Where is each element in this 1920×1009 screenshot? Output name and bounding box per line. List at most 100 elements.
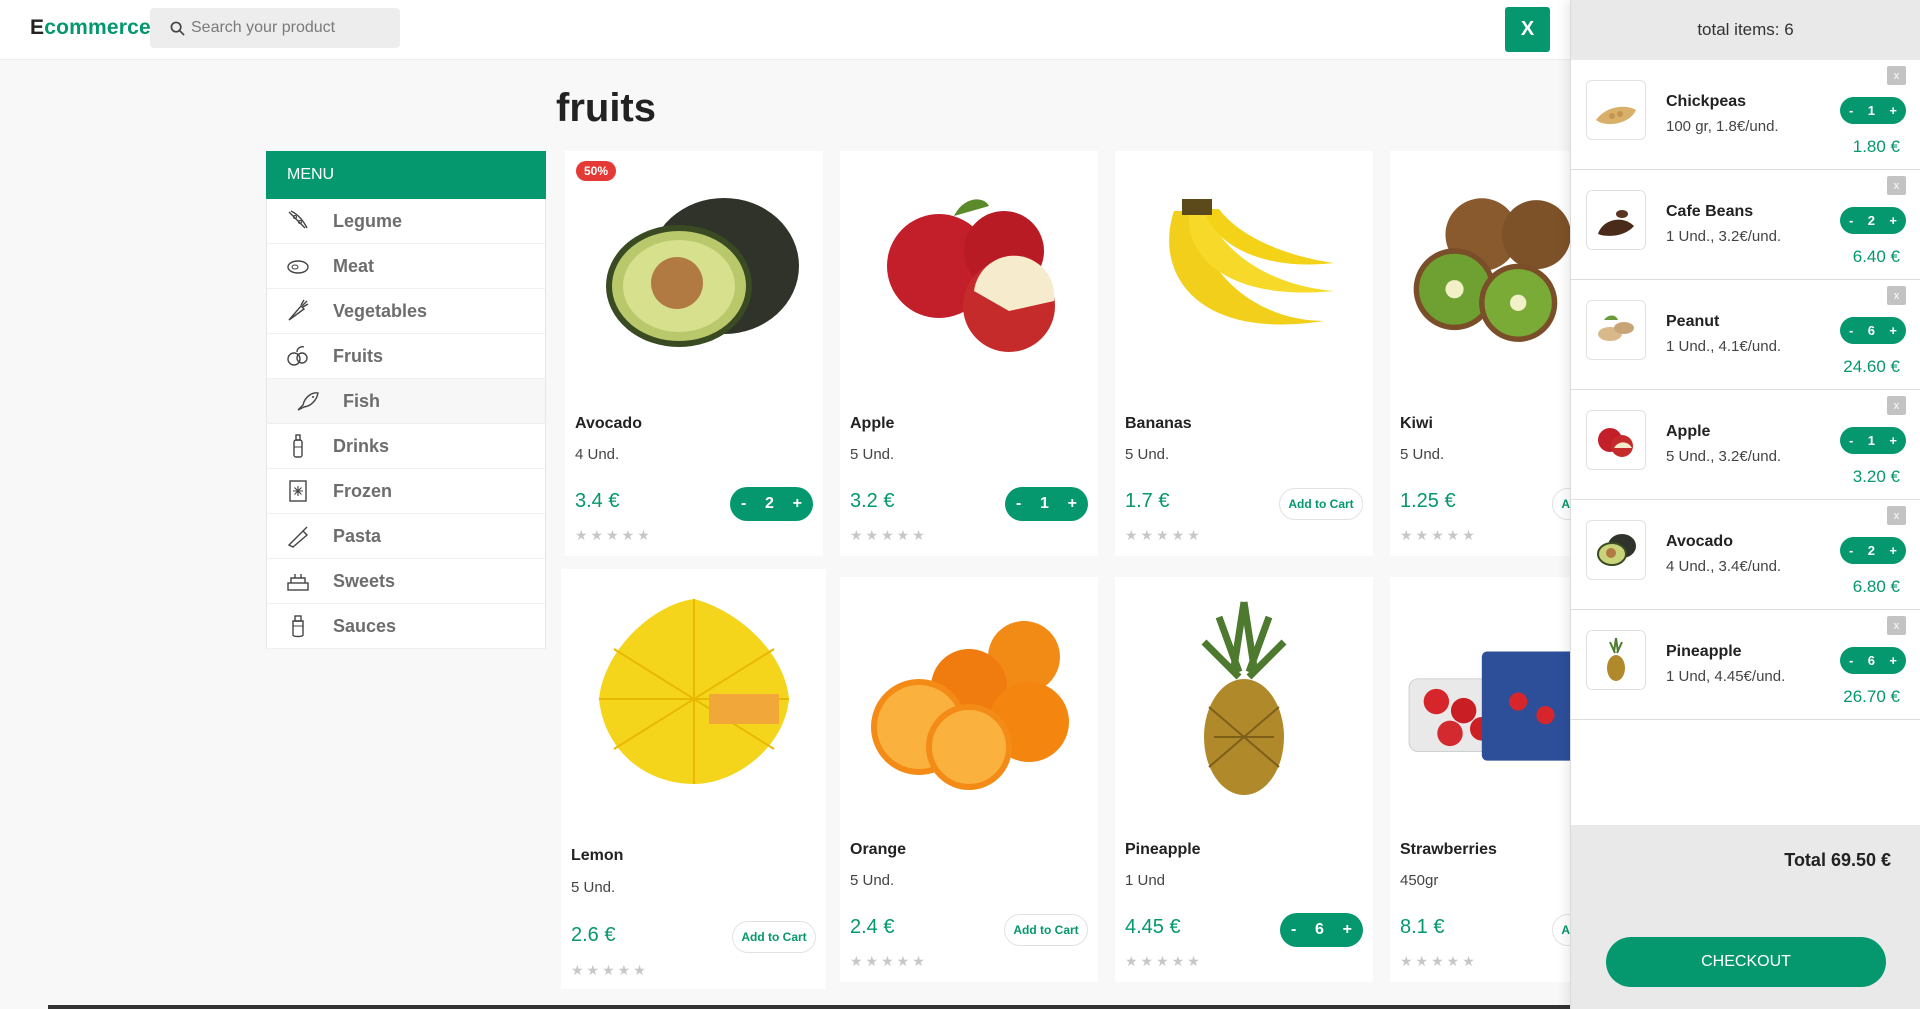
product-unit: 5 Und. [571,879,616,896]
product-image[interactable] [571,579,816,799]
decrease-button[interactable]: - [1849,323,1853,338]
product-image[interactable] [1400,161,1570,381]
cart-quantity-stepper[interactable]: - 2 + [1840,537,1906,564]
category-menu: MENU Legume Meat Vegetables Fruits Fish … [266,151,546,649]
rating-stars[interactable]: ★★★★★ [575,527,653,544]
product-price: 4.45 € [1125,916,1181,938]
product-card-strawberries[interactable]: Strawberries 450gr 8.1 € ★★★★★ Add to Ca… [1390,577,1570,982]
rating-stars[interactable]: ★★★★★ [1125,953,1203,970]
rating-stars[interactable]: ★★★★★ [850,527,928,544]
decrease-button[interactable]: - [1849,103,1853,118]
rating-stars[interactable]: ★★★★★ [1400,953,1478,970]
decrease-button[interactable]: - [1849,213,1853,228]
menu-item-label: Legume [333,210,403,231]
decrease-button[interactable]: - [741,495,746,513]
decrease-button[interactable]: - [1849,543,1853,558]
menu-item-sweets[interactable]: Sweets [266,559,546,604]
product-card-orange[interactable]: Orange 5 Und. 2.4 € ★★★★★ Add to Cart [840,577,1098,982]
cart-quantity-stepper[interactable]: - 1 + [1840,427,1906,454]
increase-button[interactable]: + [1889,323,1897,338]
cart-item-name: Chickpeas [1666,93,1747,110]
quantity-stepper[interactable]: - 1 + [1005,487,1088,521]
add-to-cart-button[interactable]: Add to Cart [1279,488,1363,520]
increase-button[interactable]: + [1889,543,1897,558]
menu-item-vegetables[interactable]: Vegetables [266,289,546,334]
add-to-cart-button[interactable]: Add to Cart [1004,914,1088,946]
product-card-pineapple[interactable]: Pineapple 1 Und 4.45 € ★★★★★ - 6 + [1115,577,1373,982]
product-price: 2.4 € [850,916,895,938]
product-card-kiwi[interactable]: Kiwi 5 Und. 1.25 € ★★★★★ Add to Cart [1390,151,1570,556]
increase-button[interactable]: + [1889,653,1897,668]
logo-rest: commerce [44,16,151,39]
rating-stars[interactable]: ★★★★★ [850,953,928,970]
remove-item-button[interactable]: x [1887,396,1906,415]
menu-item-fruits[interactable]: Fruits [266,334,546,379]
product-image[interactable] [850,587,1088,807]
decrease-button[interactable]: - [1291,921,1296,939]
product-card-bananas[interactable]: Bananas 5 Und. 1.7 € ★★★★★ Add to Cart [1115,151,1373,556]
remove-item-button[interactable]: x [1887,66,1906,85]
logo[interactable]: Ecommerce [30,16,151,40]
menu-item-pasta[interactable]: Pasta [266,514,546,559]
product-card-apple[interactable]: Apple 5 Und. 3.2 € ★★★★★ - 1 + [840,151,1098,556]
search-box[interactable] [150,8,400,48]
increase-button[interactable]: + [1889,433,1897,448]
checkout-button[interactable]: CHECKOUT [1606,937,1886,987]
menu-item-sauces[interactable]: Sauces [266,604,546,649]
cart-quantity-stepper[interactable]: - 6 + [1840,647,1906,674]
menu-item-drinks[interactable]: Drinks [266,424,546,469]
menu-item-fish[interactable]: Fish [266,379,546,424]
fruits-icon [287,346,308,366]
decrease-button[interactable]: - [1849,653,1853,668]
cart-item: x Pineapple 1 Und, 4.45€/und. - 6 + 26.7… [1571,610,1920,720]
add-to-cart-button[interactable]: Add to Cart [1552,914,1570,946]
remove-item-button[interactable]: x [1887,286,1906,305]
product-name: Avocado [575,415,642,432]
increase-button[interactable]: + [1889,103,1897,118]
increase-button[interactable]: + [1068,495,1077,513]
sweets-icon [287,574,309,591]
product-image[interactable] [1400,587,1570,807]
cart-quantity-stepper[interactable]: - 1 + [1840,97,1906,124]
menu-item-frozen[interactable]: Frozen [266,469,546,514]
cart-total: Total 69.50 € [1784,850,1891,870]
remove-item-button[interactable]: x [1887,176,1906,195]
remove-item-button[interactable]: x [1887,616,1906,635]
cart-quantity-stepper[interactable]: - 6 + [1840,317,1906,344]
remove-item-button[interactable]: x [1887,506,1906,525]
product-image[interactable] [1125,587,1363,807]
quantity-stepper[interactable]: - 2 + [730,487,813,521]
product-image[interactable] [575,161,813,381]
menu-item-label: Drinks [333,435,390,456]
menu-item-legume[interactable]: Legume [266,199,546,244]
product-image[interactable] [850,161,1088,381]
increase-button[interactable]: + [793,495,802,513]
product-image[interactable] [1125,161,1363,381]
decrease-button[interactable]: - [1849,433,1853,448]
cart-item-image [1586,410,1646,470]
product-unit: 5 Und. [850,446,895,463]
rating-stars[interactable]: ★★★★★ [1400,527,1478,544]
search-input[interactable] [191,19,391,37]
menu-item-meat[interactable]: Meat [266,244,546,289]
increase-button[interactable]: + [1343,921,1352,939]
cart-quantity-stepper[interactable]: - 2 + [1840,207,1906,234]
quantity-value: 2 [1867,543,1875,558]
rating-stars[interactable]: ★★★★★ [571,962,649,979]
product-card-avocado[interactable]: 50% Avocado 4 Und. 3.4 € ★★★★★ - 2 + [565,151,823,556]
product-card-lemon[interactable]: Lemon 5 Und. 2.6 € ★★★★★ Add to Cart [561,569,826,989]
cart-item-desc: 1 Und., 4.1€/und. [1666,338,1782,355]
add-to-cart-button[interactable]: Add to Cart [732,921,816,953]
decrease-button[interactable]: - [1016,495,1021,513]
product-price: 1.25 € [1400,490,1456,512]
menu-item-label: Sweets [333,570,396,591]
product-name: Apple [850,415,895,432]
rating-stars[interactable]: ★★★★★ [1125,527,1203,544]
cart-item: x Cafe Beans 1 Und., 3.2€/und. - 2 + 6.4… [1571,170,1920,280]
quantity-stepper[interactable]: - 6 + [1280,913,1363,947]
cart-item-total: 1.80 € [1852,137,1900,156]
increase-button[interactable]: + [1889,213,1897,228]
add-to-cart-button[interactable]: Add to Cart [1552,488,1570,520]
cart-item-total: 3.20 € [1852,467,1900,486]
close-cart-button[interactable]: X [1505,7,1550,52]
